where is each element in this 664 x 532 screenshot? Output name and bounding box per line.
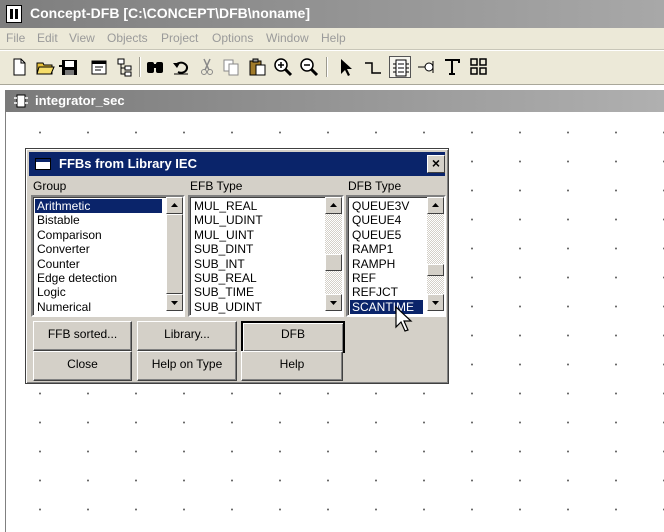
- dfb-type-listbox[interactable]: QUEUE3V QUEUE4 QUEUE5 RAMP1 RAMPH REF REFJCT SC…: [346, 195, 446, 317]
- dfb-list-item[interactable]: QUEUE3V: [350, 199, 423, 213]
- library-button[interactable]: Library...: [137, 321, 237, 351]
- efb-list-item[interactable]: SUB_UDINT: [192, 300, 321, 314]
- help-on-type-button[interactable]: Help on Type: [137, 351, 237, 381]
- copy-icon[interactable]: [220, 56, 242, 78]
- menu-options[interactable]: Options: [212, 31, 253, 45]
- scroll-up-icon[interactable]: [325, 197, 342, 214]
- group-list-item[interactable]: Bistable: [35, 213, 162, 227]
- save-icon[interactable]: [58, 56, 80, 78]
- dfb-list-item[interactable]: REFJCT: [350, 285, 423, 299]
- close-button[interactable]: Close: [33, 351, 132, 381]
- efb-list-item[interactable]: SUB_INT: [192, 257, 321, 271]
- dfb-list-item[interactable]: QUEUE4: [350, 213, 423, 227]
- menu-view[interactable]: View: [69, 31, 95, 45]
- grid-icon[interactable]: [468, 56, 490, 78]
- dfb-list-item[interactable]: REF: [350, 271, 423, 285]
- group-list-item[interactable]: Arithmetic: [35, 199, 162, 214]
- menu-window[interactable]: Window: [266, 31, 309, 45]
- group-list-item[interactable]: Counter: [35, 257, 162, 271]
- efb-list-item[interactable]: SUB_REAL: [192, 271, 321, 285]
- open-folder-icon[interactable]: [34, 56, 56, 78]
- mouse-pointer-icon: [395, 306, 413, 332]
- efb-scrollbar[interactable]: [325, 197, 342, 311]
- scroll-down-icon[interactable]: [325, 294, 342, 311]
- document-title: integrator_sec: [35, 93, 125, 108]
- properties-icon[interactable]: [88, 56, 110, 78]
- menu-edit[interactable]: Edit: [37, 31, 58, 45]
- group-list-item[interactable]: Converter: [35, 242, 162, 256]
- scroll-down-icon[interactable]: [166, 294, 183, 311]
- group-label: Group: [33, 179, 67, 193]
- scroll-up-icon[interactable]: [427, 197, 444, 214]
- menu-objects[interactable]: Objects: [107, 31, 148, 45]
- group-listbox[interactable]: Arithmetic Bistable Comparison Converter Cou…: [31, 195, 185, 317]
- zoom-out-icon[interactable]: [298, 56, 320, 78]
- menu-project[interactable]: Project: [161, 31, 198, 45]
- undo-icon[interactable]: [170, 56, 192, 78]
- select-arrow-icon[interactable]: [334, 56, 356, 78]
- close-icon[interactable]: ×: [427, 155, 445, 173]
- group-list-item[interactable]: Logic: [35, 285, 162, 299]
- scroll-thumb[interactable]: [166, 214, 183, 294]
- cut-icon[interactable]: [196, 56, 218, 78]
- group-list-item[interactable]: Comparison: [35, 228, 162, 242]
- app-icon[interactable]: [6, 5, 22, 23]
- zoom-in-icon[interactable]: [272, 56, 294, 78]
- efb-list-item[interactable]: MUL_REAL: [192, 199, 321, 213]
- group-scrollbar[interactable]: [166, 197, 183, 311]
- help-button[interactable]: Help: [241, 351, 343, 381]
- title-bar: Concept-DFB [C:\CONCEPT\DFB\noname]: [0, 0, 664, 28]
- toolbar: [0, 51, 664, 85]
- new-file-icon[interactable]: [8, 56, 30, 78]
- scroll-thumb[interactable]: [325, 254, 342, 271]
- dfb-list-item[interactable]: RAMP1: [350, 242, 423, 256]
- binoculars-icon[interactable]: [144, 56, 166, 78]
- menu-file[interactable]: File: [6, 31, 25, 45]
- dfb-list-item[interactable]: QUEUE5: [350, 228, 423, 242]
- dfb-list-item[interactable]: RAMPH: [350, 257, 423, 271]
- dfb-document-icon[interactable]: [13, 94, 29, 108]
- dfb-scrollbar[interactable]: [427, 197, 444, 311]
- efb-type-label: EFB Type: [190, 179, 243, 193]
- dialog-title: FFBs from Library IEC: [59, 156, 197, 171]
- efb-list-item[interactable]: SUB_DINT: [192, 242, 321, 256]
- dialog-title-bar: FFBs from Library IEC ×: [29, 152, 445, 176]
- link-icon[interactable]: [362, 56, 384, 78]
- dfb-type-label: DFB Type: [348, 179, 402, 193]
- window-title: Concept-DFB [C:\CONCEPT\DFB\noname]: [30, 5, 310, 21]
- scroll-down-icon[interactable]: [427, 294, 444, 311]
- scroll-up-icon[interactable]: [166, 197, 183, 214]
- group-list-item[interactable]: Numerical: [35, 300, 162, 314]
- toolbar-separator: [139, 57, 141, 77]
- variable-icon[interactable]: [415, 56, 437, 78]
- group-list-item[interactable]: Edge detection: [35, 271, 162, 285]
- efb-list-item[interactable]: MUL_UDINT: [192, 213, 321, 227]
- scroll-thumb[interactable]: [427, 264, 444, 276]
- ffb-library-dialog: FFBs from Library IEC × Group EFB Type D…: [25, 148, 449, 384]
- ffb-block-icon[interactable]: [389, 56, 411, 78]
- dfb-button[interactable]: DFB: [241, 321, 345, 353]
- efb-list-item[interactable]: MUL_UINT: [192, 228, 321, 242]
- efb-type-listbox[interactable]: MUL_REAL MUL_UDINT MUL_UINT SUB_DINT SUB_INT…: [188, 195, 344, 317]
- toolbar-separator: [326, 57, 328, 77]
- paste-icon[interactable]: [246, 56, 268, 78]
- text-icon[interactable]: [441, 56, 463, 78]
- structure-icon[interactable]: [114, 56, 136, 78]
- menu-help[interactable]: Help: [321, 31, 346, 45]
- ffb-sorted-button[interactable]: FFB sorted...: [33, 321, 132, 351]
- dialog-window-icon: [35, 158, 51, 170]
- document-title-bar: integrator_sec: [5, 90, 664, 112]
- efb-list-item[interactable]: SUB_TIME: [192, 285, 321, 299]
- menu-bar: File Edit View Objects Project Options W…: [0, 28, 664, 50]
